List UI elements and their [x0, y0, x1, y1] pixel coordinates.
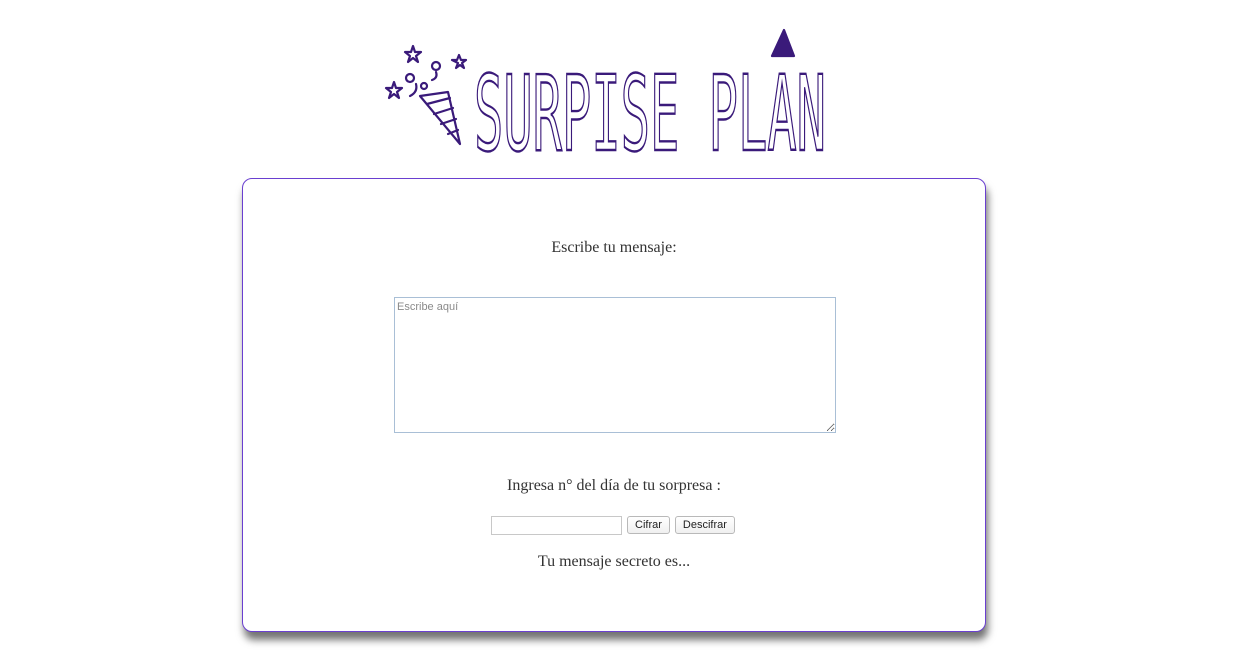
- decrypt-button[interactable]: Descifrar: [674, 516, 735, 534]
- encrypt-button[interactable]: Cifrar: [627, 516, 670, 534]
- logo-title: SURPISE PLAN: [474, 53, 826, 158]
- day-label: Ingresa n° del día de tu sorpresa :: [507, 477, 721, 494]
- result-label: Tu mensaje secreto es...: [537, 553, 691, 570]
- day-offset-input[interactable]: [491, 515, 622, 535]
- logo: SURPISE PLAN: [380, 26, 832, 158]
- cipher-card: Escribe tu mensaje: Ingresa n° del día d…: [242, 178, 986, 632]
- message-textarea[interactable]: [394, 297, 836, 433]
- page: SURPISE PLAN Escribe tu mensaje: Ingresa…: [0, 0, 1254, 660]
- party-popper-logo-icon: SURPISE PLAN: [384, 28, 827, 158]
- message-label: Escribe tu mensaje:: [551, 239, 677, 256]
- cipher-controls: Cifrar Descifrar: [491, 515, 735, 535]
